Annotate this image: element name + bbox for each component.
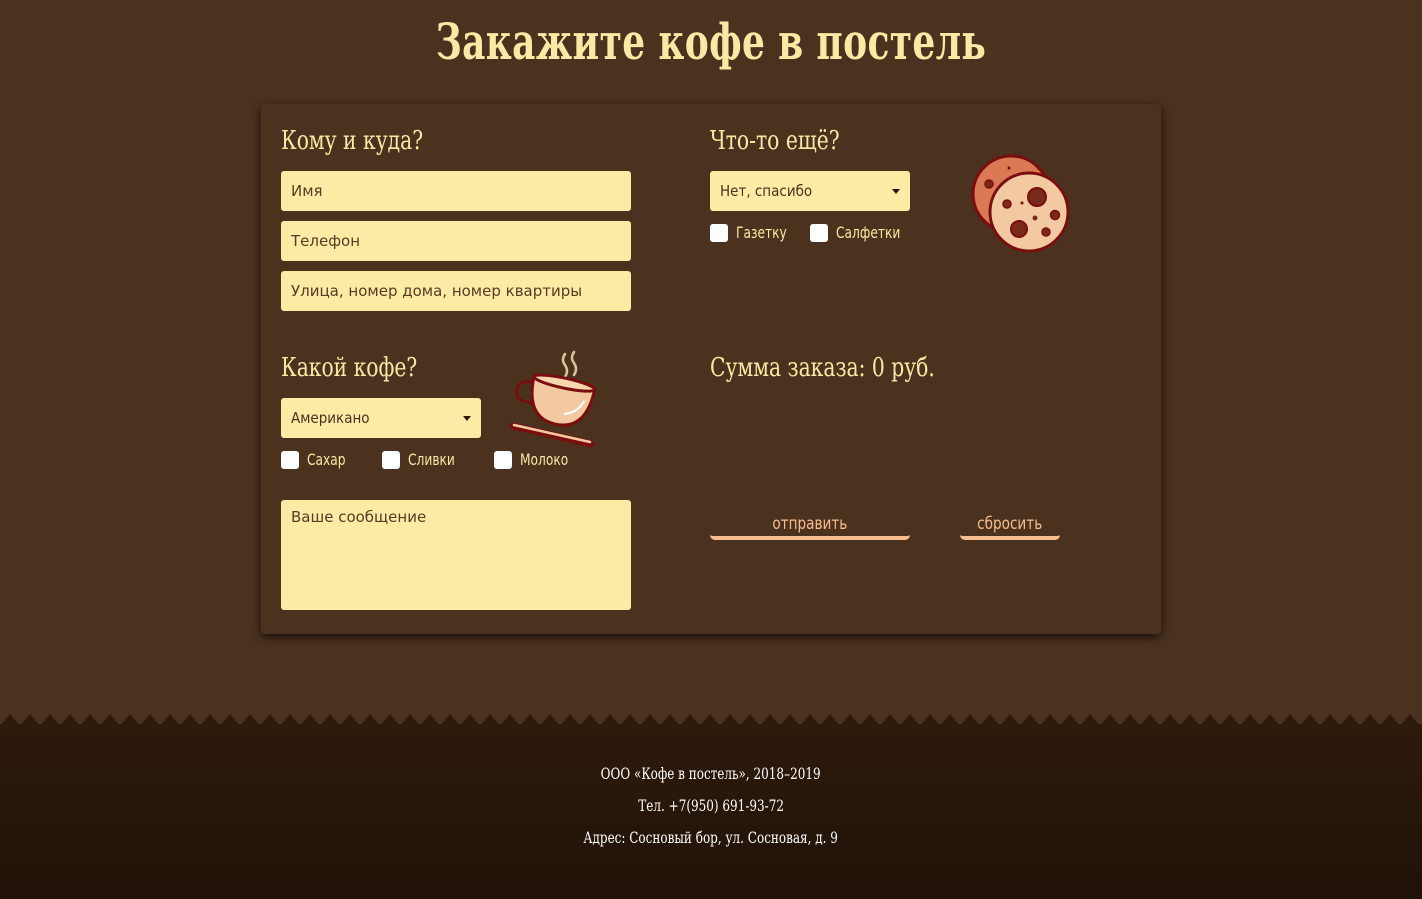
sugar-checkbox[interactable]: Сахар: [281, 450, 352, 469]
cookie-icon: [971, 154, 1070, 253]
page-title: Закажите кофе в постель: [435, 12, 987, 71]
order-form: Кому и куда? Что-то ещё? Нет, спасибо Га…: [261, 104, 1161, 634]
footer: ООО «Кофе в постель», 2018–2019 Тел. +7(…: [0, 712, 1422, 899]
order-total: Сумма заказа: 0 руб.: [710, 353, 935, 383]
napkins-checkbox[interactable]: Салфетки: [809, 223, 912, 242]
reset-button[interactable]: сбросить: [960, 512, 1060, 540]
chevron-down-icon: [892, 188, 900, 194]
reset-button-label: сбросить: [977, 514, 1043, 534]
extras-options: Газетку Салфетки: [710, 223, 925, 242]
checkbox-label: Сливки: [408, 450, 456, 469]
checkbox-box[interactable]: [382, 450, 401, 469]
footer-company-text: ООО «Кофе в постель», 2018–2019: [601, 764, 821, 783]
coffee-select-value: Американо: [291, 409, 370, 427]
checkbox-label: Салфетки: [835, 223, 901, 242]
submit-button-label: отправить: [772, 514, 848, 534]
milk-checkbox[interactable]: Молоко: [493, 450, 577, 469]
name-input[interactable]: [281, 171, 631, 211]
address-input[interactable]: [281, 271, 631, 311]
coffee-cup-icon: [509, 350, 597, 448]
delivery-heading: Кому и куда?: [281, 126, 424, 156]
chevron-down-icon: [463, 415, 471, 421]
checkbox-box[interactable]: [710, 223, 728, 242]
footer-company: ООО «Кофе в постель», 2018–2019: [0, 764, 1422, 783]
footer-address-text: Адрес: Сосновый бор, ул. Сосновая, д. 9: [583, 828, 839, 847]
extras-select-value: Нет, спасибо: [720, 182, 813, 200]
footer-phone: Тел. +7(950) 691-93-72: [0, 796, 1422, 815]
cream-checkbox[interactable]: Сливки: [382, 450, 463, 469]
coffee-options: Сахар Сливки Молоко: [281, 450, 590, 469]
phone-input[interactable]: [281, 221, 631, 261]
newspaper-checkbox[interactable]: Газетку: [710, 223, 796, 242]
extras-heading: Что-то ещё?: [710, 126, 840, 156]
coffee-select[interactable]: Американо: [281, 398, 481, 438]
extras-select[interactable]: Нет, спасибо: [710, 171, 910, 211]
coffee-heading: Какой кофе?: [281, 353, 418, 383]
submit-button[interactable]: отправить: [710, 512, 910, 540]
message-textarea[interactable]: [281, 500, 631, 610]
checkbox-box[interactable]: [809, 223, 828, 242]
checkbox-label: Молоко: [519, 450, 568, 469]
checkbox-label: Газетку: [736, 223, 787, 242]
checkbox-label: Сахар: [307, 450, 346, 469]
footer-phone-text: Тел. +7(950) 691-93-72: [638, 796, 784, 815]
checkbox-box[interactable]: [493, 450, 512, 469]
checkbox-box[interactable]: [281, 450, 299, 469]
footer-address: Адрес: Сосновый бор, ул. Сосновая, д. 9: [0, 828, 1422, 847]
